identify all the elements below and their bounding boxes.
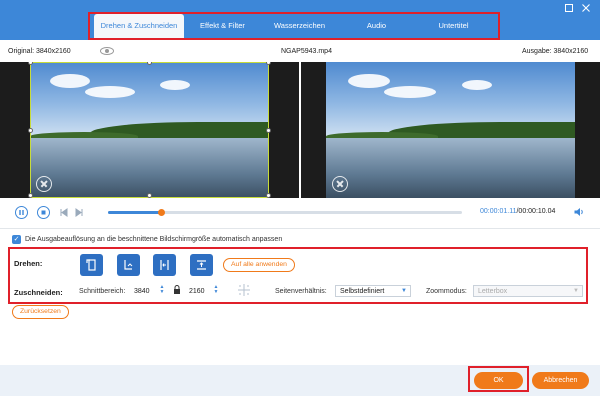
output-resolution: Ausgabe: 3840x2160 (522, 48, 589, 55)
pause-button[interactable] (15, 206, 28, 219)
tab-watermark[interactable]: Wasserzeichen (261, 14, 338, 38)
watermark-logo-icon (332, 176, 348, 192)
crop-width-stepper[interactable]: ▲ ▼ (159, 285, 165, 295)
crop-handle-bottom-left[interactable] (28, 193, 33, 198)
timeline-progress (108, 211, 162, 214)
chevron-down-icon: ▼ (401, 288, 407, 294)
crop-label: Zuschneiden: (14, 288, 63, 297)
tab-audio[interactable]: Audio (338, 14, 415, 38)
total-time: 00:00:10.04 (518, 208, 556, 215)
tab-bar: Drehen & Zuschneiden Effekt & Filter Was… (88, 12, 500, 40)
stop-icon (41, 210, 46, 215)
auto-adjust-label: Die Ausgabeauflösung an die beschnittene… (25, 235, 283, 243)
rotate-label: Drehen: (14, 259, 43, 268)
zoom-mode-value: Letterbox (478, 288, 508, 295)
auto-adjust-checkbox[interactable]: ✓ (12, 234, 21, 244)
auto-adjust-option[interactable]: ✓ Die Ausgabeauflösung an die beschnitte… (12, 233, 282, 245)
crop-width-value[interactable]: 3840 (134, 286, 150, 298)
crop-handle-bottom[interactable] (147, 193, 152, 198)
reset-button[interactable]: Zurücksetzen (12, 305, 69, 319)
crop-frame[interactable] (30, 62, 269, 198)
center-crop-icon[interactable] (236, 284, 252, 296)
flip-horizontal-icon (160, 260, 169, 270)
tab-subtitle[interactable]: Untertitel (415, 14, 492, 38)
crop-handle-left[interactable] (28, 128, 33, 133)
divider (0, 228, 600, 229)
zoom-mode-label: Zoommodus: (426, 288, 467, 295)
rotate-right-icon (124, 260, 133, 270)
current-time: 00:00:01.11 (480, 208, 517, 215)
ok-button[interactable]: OK (474, 372, 523, 389)
aspect-ratio-label: Seitenverhältnis: (275, 288, 327, 295)
info-bar: Original: 3840x2160 NGAP5943.mp4 Ausgabe… (0, 42, 600, 62)
lock-icon[interactable] (173, 285, 181, 295)
crop-height-stepper[interactable]: ▲ ▼ (213, 285, 219, 295)
volume-icon[interactable] (573, 206, 585, 218)
eye-icon[interactable] (100, 47, 114, 55)
crop-area-label: Schnittbereich: (79, 288, 126, 295)
output-video-frame (326, 62, 575, 198)
restore-icon[interactable] (563, 2, 575, 14)
rotate-left-button[interactable] (80, 254, 103, 276)
tab-rotate-crop[interactable]: Drehen & Zuschneiden (94, 14, 184, 38)
output-preview (301, 62, 600, 198)
rotate-left-icon (86, 259, 96, 271)
flip-horizontal-button[interactable] (153, 254, 176, 276)
skip-forward-icon[interactable] (75, 208, 84, 217)
apply-to-all-button[interactable]: Auf alle anwenden (223, 258, 295, 272)
timeline-knob[interactable] (157, 209, 165, 216)
aspect-ratio-value: Selbstdefiniert (340, 288, 385, 295)
playback-controls: 00:00:01.11/00:00:10.04 (0, 206, 600, 220)
original-resolution: Original: 3840x2160 (8, 48, 71, 55)
flip-vertical-button[interactable] (190, 254, 213, 276)
flip-vertical-icon (197, 260, 206, 270)
file-name: NGAP5943.mp4 (281, 48, 332, 55)
skip-back-icon[interactable] (59, 208, 68, 217)
crop-handle-bottom-right[interactable] (266, 193, 271, 198)
pause-icon (19, 210, 24, 215)
close-icon[interactable] (580, 2, 592, 14)
zoom-mode-select[interactable]: Letterbox ▼ (473, 285, 583, 297)
rotate-crop-settings: Drehen: Auf alle anwenden Zuschneiden: S… (8, 247, 588, 304)
stop-button[interactable] (37, 206, 50, 219)
crop-height-value[interactable]: 2160 (189, 286, 205, 298)
rotate-right-button[interactable] (117, 254, 140, 276)
crop-handle-top-right[interactable] (266, 62, 271, 65)
cancel-button[interactable]: Abbrechen (532, 372, 589, 389)
timeline-track[interactable] (108, 209, 462, 216)
chevron-down-icon: ▼ (573, 288, 579, 294)
time-display: 00:00:01.11/00:00:10.04 (480, 208, 555, 215)
source-preview[interactable] (0, 62, 299, 198)
aspect-ratio-select[interactable]: Selbstdefiniert ▼ (335, 285, 411, 297)
crop-handle-right[interactable] (266, 128, 271, 133)
tab-effect-filter[interactable]: Effekt & Filter (184, 14, 261, 38)
